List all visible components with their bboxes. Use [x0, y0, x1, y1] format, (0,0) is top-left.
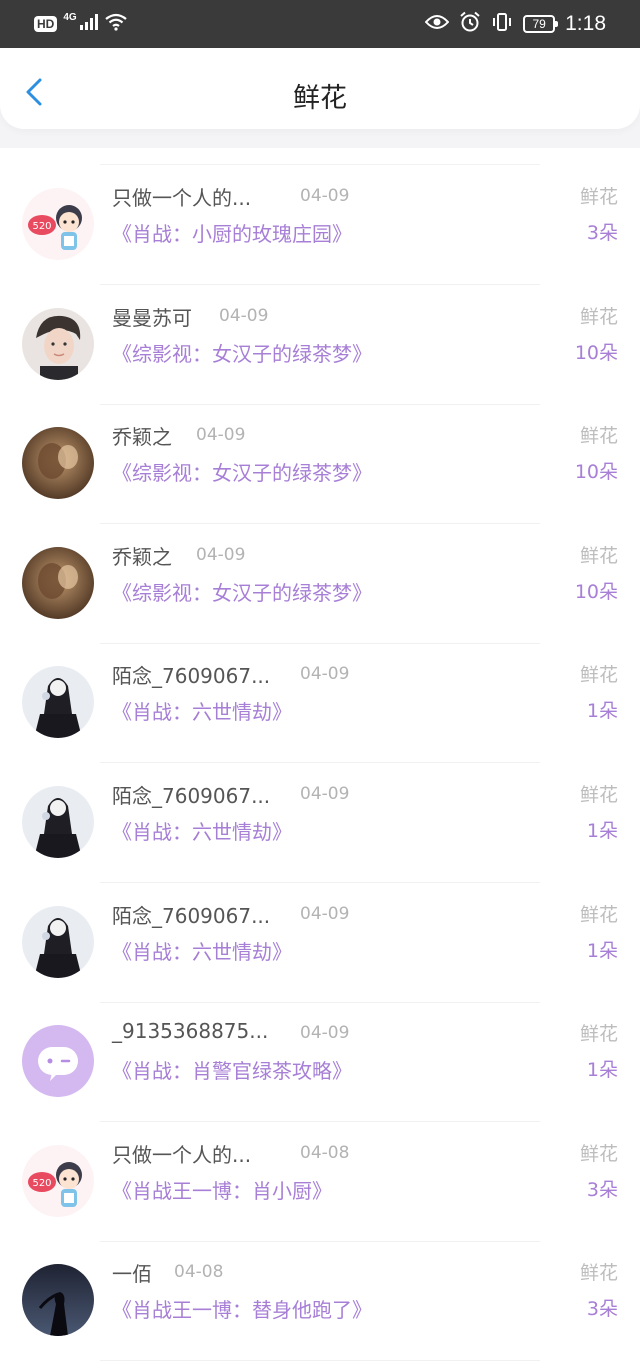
book-title[interactable]: 《综影视：女汉子的绿茶梦》: [112, 338, 372, 367]
gift-count: 1朵: [586, 1059, 618, 1082]
gift-count: 3朵: [586, 1298, 618, 1321]
book-title[interactable]: 《肖战：肖警官绿茶攻略》: [112, 1055, 352, 1084]
username: 只做一个人的...: [112, 1142, 252, 1167]
list-item[interactable]: 陌念_7609067... 04-09 《肖战：六世情劫》 鲜花 1朵: [0, 764, 640, 883]
svg-text:520: 520: [32, 1178, 51, 1189]
gift-label: 鲜花: [579, 903, 618, 926]
book-title[interactable]: 《肖战：六世情劫》: [112, 816, 292, 845]
gift-label: 鲜花: [579, 1142, 618, 1165]
header: 鲜花: [0, 48, 640, 148]
network-type: 4G: [63, 11, 77, 23]
book-title[interactable]: 《肖战：六世情劫》: [112, 696, 292, 725]
gift-count: 3朵: [586, 1178, 618, 1201]
clock: 1:18: [565, 12, 606, 35]
gift-label: 鲜花: [579, 1262, 618, 1285]
gift-label: 鲜花: [579, 186, 618, 208]
list-item[interactable]: 陌念_7609067... 04-09 《肖战：六世情劫》 鲜花 1朵: [0, 884, 640, 1003]
top-divider: [100, 164, 540, 165]
eye-icon: [424, 14, 450, 34]
avatar[interactable]: [22, 666, 94, 739]
book-title[interactable]: 《肖战：六世情劫》: [112, 936, 292, 965]
list-item[interactable]: 520 只做一个人的... 04-09 《肖战：小厨的玫瑰庄园》 鲜花 3朵: [0, 166, 640, 285]
alarm-icon: [459, 11, 481, 37]
gift-count: 1朵: [586, 820, 618, 842]
date: 04-09: [300, 1023, 350, 1044]
book-title[interactable]: 《综影视：女汉子的绿茶梦》: [112, 577, 372, 606]
username: 陌念_7609067...: [112, 784, 271, 808]
book-title[interactable]: 《综影视：女汉子的绿茶梦》: [112, 457, 372, 486]
list-item[interactable]: 陌念_7609067... 04-09 《肖战：六世情劫》 鲜花 1朵: [0, 644, 640, 764]
gift-count: 1朵: [586, 700, 618, 723]
book-title[interactable]: 《肖战：小厨的玫瑰庄园》: [112, 218, 352, 247]
avatar[interactable]: [22, 1025, 94, 1098]
status-right: 79 1:18: [424, 10, 606, 38]
gift-label: 鲜花: [579, 664, 618, 687]
avatar[interactable]: [22, 307, 94, 380]
avatar[interactable]: [22, 786, 94, 858]
gift-label: 鲜花: [579, 544, 618, 567]
book-title[interactable]: 《肖战王一博：肖小厨》: [112, 1175, 332, 1204]
gift-count: 1朵: [586, 939, 618, 962]
battery-icon: 79: [523, 15, 559, 33]
date: 04-09: [300, 784, 350, 804]
username: 曼曼苏可: [112, 305, 192, 330]
page-title: 鲜花: [293, 83, 347, 114]
avatar[interactable]: 520: [22, 188, 94, 260]
list-item[interactable]: 乔颖之 04-09 《综影视：女汉子的绿茶梦》 鲜花 10朵: [0, 405, 640, 525]
list-item[interactable]: 520 只做一个人的... 04-08 《肖战王一博：肖小厨》 鲜花 3朵: [0, 1123, 640, 1242]
username: 只做一个人的...: [112, 186, 252, 210]
list-item[interactable]: 曼曼苏可 04-09 《综影视：女汉子的绿茶梦》 鲜花 10朵: [0, 286, 640, 405]
date: 04-09: [219, 305, 269, 326]
avatar[interactable]: [22, 905, 94, 978]
gift-label: 鲜花: [579, 305, 618, 328]
date: 04-08: [174, 1262, 224, 1283]
list-item[interactable]: _9135368875... 04-09 《肖战：肖警官绿茶攻略》 鲜花 1朵: [0, 1003, 640, 1123]
status-left: HD 4G: [34, 12, 127, 36]
date: 04-09: [196, 544, 246, 565]
avatar[interactable]: 520: [22, 1144, 94, 1217]
avatar[interactable]: [22, 546, 94, 619]
username: 一佰: [112, 1262, 152, 1287]
date: 04-08: [300, 1142, 350, 1163]
username: 陌念_7609067...: [112, 903, 271, 928]
date: 04-09: [300, 664, 350, 685]
gift-count: 10朵: [574, 461, 618, 484]
header-card: 鲜花: [0, 48, 640, 129]
gift-label: 鲜花: [579, 1023, 618, 1046]
gift-count: 10朵: [574, 580, 618, 603]
status-bar: HD 4G 79 1:18: [0, 0, 640, 48]
avatar[interactable]: [22, 427, 94, 500]
gift-label: 鲜花: [579, 425, 618, 448]
signal-icon: [79, 14, 99, 34]
username: 陌念_7609067...: [112, 664, 271, 689]
svg-text:520: 520: [32, 221, 51, 232]
date: 04-09: [300, 186, 350, 206]
avatar[interactable]: [22, 1264, 94, 1337]
list-item[interactable]: 一佰 04-08 《肖战王一博：替身他跑了》 鲜花 3朵: [0, 1242, 640, 1361]
hd-badge: HD: [34, 16, 58, 32]
wifi-icon: [105, 13, 127, 35]
list-item[interactable]: 乔颖之 04-09 《综影视：女汉子的绿茶梦》 鲜花 10朵: [0, 525, 640, 644]
vibrate-icon: [491, 12, 513, 36]
book-title[interactable]: 《肖战王一博：替身他跑了》: [112, 1294, 372, 1323]
username: _9135368875...: [112, 1019, 269, 1044]
date: 04-09: [196, 425, 246, 446]
date: 04-09: [300, 903, 350, 924]
username: 乔颖之: [112, 544, 172, 569]
gift-label: 鲜花: [579, 784, 618, 806]
gift-count: 3朵: [586, 222, 618, 244]
gift-count: 10朵: [574, 341, 618, 364]
username: 乔颖之: [112, 425, 172, 450]
